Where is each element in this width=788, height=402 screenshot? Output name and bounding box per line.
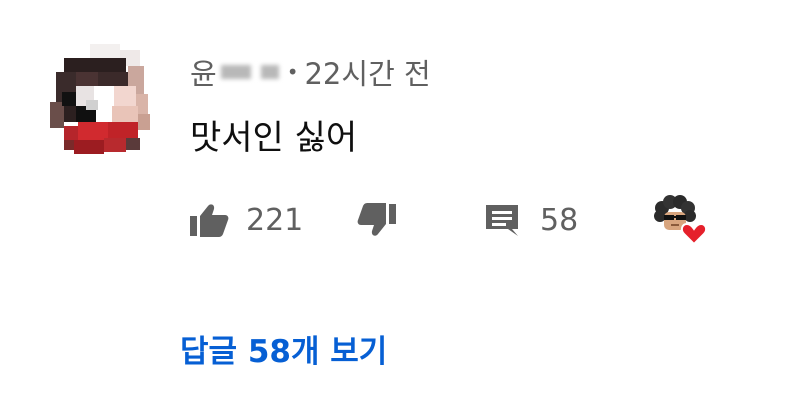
comment-timestamp[interactable]: 22시간 전 [304, 51, 430, 93]
like-button[interactable]: 221 [188, 196, 303, 244]
avatar-image [50, 44, 154, 156]
separator: • [286, 60, 299, 84]
reply-button[interactable]: 58 [484, 196, 578, 244]
redacted-author-part [260, 65, 279, 79]
like-count: 221 [246, 202, 304, 238]
comment-action-bar: 221 58 [188, 195, 748, 246]
view-replies-link[interactable]: 답글 58개 보기 [180, 326, 387, 371]
comment-icon [486, 205, 518, 236]
comment-header: 윤 • 22시간 전 [190, 52, 431, 92]
avatar[interactable] [50, 44, 154, 156]
reply-count: 58 [540, 202, 579, 238]
creator-heart [650, 195, 710, 246]
author-name[interactable]: 윤 [190, 51, 217, 93]
redacted-author-part [220, 65, 251, 79]
thumbs-up-icon [190, 204, 229, 237]
dislike-button[interactable] [356, 196, 398, 244]
comment-thread: 윤 • 22시간 전 맛서인 싫어 221 58 답글 58개 보기 [0, 0, 788, 402]
comment-text: 맛서인 싫어 [190, 118, 358, 158]
thumbs-down-icon [357, 203, 396, 236]
creator-heart-icon [654, 195, 708, 246]
